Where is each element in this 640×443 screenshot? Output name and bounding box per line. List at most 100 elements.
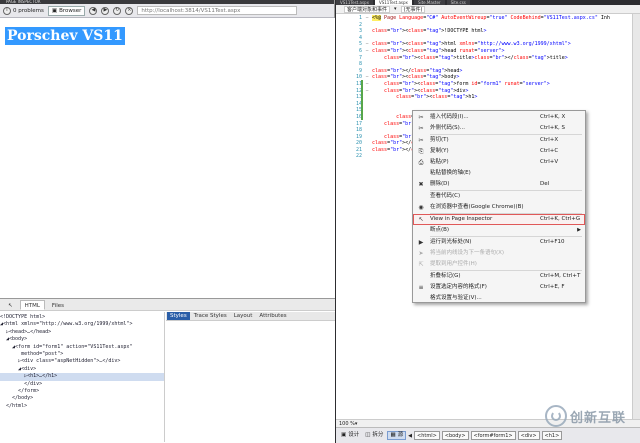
dom-tree-node[interactable]: ▷<head>…</head>	[0, 329, 164, 336]
line-number: 17	[355, 120, 362, 127]
context-menu-item[interactable]: ≡ 设置选定内容的格式(F) Ctrl+E, F	[413, 282, 585, 293]
vertical-scrollbar[interactable]	[632, 14, 640, 419]
code-line[interactable]: class="br"><class="tag">title>class="br"…	[372, 55, 630, 62]
browser-preview: Porschev VS11	[0, 18, 335, 298]
view-bar: ▣ 设计 ◫ 拆分 ▦ 源 ◀ <html> <body> <form#form…	[336, 427, 640, 443]
menu-item-label: 插入代码段(I)...	[430, 114, 469, 120]
fold-marker[interactable]: −	[363, 48, 371, 55]
url-input[interactable]: http://localhost:3814/VS11Test.aspx	[137, 6, 298, 15]
code-line[interactable]	[372, 61, 630, 68]
dom-tree-node[interactable]: ◢<html xmlns="http://www.w3.org/1999/xht…	[0, 321, 164, 328]
doc-tab-4[interactable]: Site.css	[446, 0, 470, 5]
dom-tree-node[interactable]: <!DOCTYPE html>	[0, 314, 164, 321]
breadcrumb-html[interactable]: <html>	[414, 431, 440, 440]
fold-marker[interactable]: −	[363, 15, 371, 22]
extract-icon: ⇱	[418, 261, 424, 268]
code-line[interactable]: class="br"><class="tag">body>	[372, 74, 630, 81]
event-dropdown[interactable]: (无事件)	[400, 5, 426, 13]
context-menu-item[interactable]: 格式设置与验证(V)...	[413, 293, 585, 304]
dropdown-arrow-icon: ▾	[354, 420, 358, 427]
fold-marker[interactable]: −	[363, 74, 371, 81]
code-line[interactable]	[372, 35, 630, 42]
dom-tree-node[interactable]: </form>	[0, 388, 164, 395]
menu-item-label: 粘贴替换的轴(E)	[430, 170, 471, 176]
doc-tab-3[interactable]: Site.Master	[413, 0, 445, 5]
breadcrumb-h1[interactable]: <h1>	[541, 431, 563, 440]
breadcrumb-div[interactable]: <div>	[517, 431, 540, 440]
submenu-arrow-icon: ▶	[577, 227, 581, 233]
context-menu-item[interactable]: ◉ 在浏览器中查看(Google Chrome)(B)	[413, 202, 585, 213]
dom-tree-node[interactable]: ▷<div class="aspNetHidden">…</div>	[0, 358, 164, 365]
doc-tab-1[interactable]: VS11Test.aspx	[336, 0, 373, 5]
tab-attributes[interactable]: Attributes	[256, 312, 289, 320]
line-number: 5	[358, 41, 362, 48]
code-line[interactable]: class="br"><class="tag">h1>	[372, 94, 630, 101]
tab-files[interactable]: Files	[47, 300, 69, 310]
browser-icon: ◉	[418, 204, 424, 211]
dom-tree-node[interactable]: ◢<body>	[0, 336, 164, 343]
set-icon: ➤	[418, 250, 424, 257]
zoom-level[interactable]: 100 %	[339, 421, 355, 427]
tab-styles[interactable]: Styles	[167, 312, 190, 320]
page-inspector-pane: PAGE INSPECTOR i 0 problems ▣ Browser ◀ …	[0, 0, 335, 443]
nav-back-icon[interactable]: ◀	[408, 433, 412, 439]
fold-marker[interactable]: −	[363, 41, 371, 48]
tab-trace-styles[interactable]: Trace Styles	[191, 312, 230, 320]
menu-item-label: View in Page Inspector	[430, 216, 493, 222]
object-dropdown[interactable]: 客户端对象和事件	[344, 5, 391, 13]
dom-tree-node[interactable]: ◢<div>	[0, 366, 164, 373]
doc-tab-2[interactable]: VS11Test.aspx	[374, 0, 412, 5]
breadcrumb-form[interactable]: <form#form1>	[470, 431, 516, 440]
split-view-button[interactable]: ◫ 拆分	[363, 431, 385, 440]
breadcrumb-body[interactable]: <body>	[441, 431, 469, 440]
context-menu-item[interactable]: ⎙ 粘贴(P) Ctrl+V	[413, 157, 585, 168]
context-menu-item[interactable]: ✂ 插入代码段(I)... Ctrl+K, X	[413, 112, 585, 123]
problems-indicator[interactable]: i 0 problems	[3, 6, 44, 15]
dom-tree-node[interactable]: </div>	[0, 381, 164, 388]
info-icon: i	[3, 6, 11, 15]
code-line[interactable]: class="br"><class="tag">div>	[372, 88, 630, 95]
dom-tree-node[interactable]: </body>	[0, 395, 164, 402]
forward-icon[interactable]: ▶	[101, 6, 110, 15]
code-line[interactable]: class="br"><class="tag">html xmlns="http…	[372, 41, 630, 48]
styles-pane: Styles Trace Styles Layout Attributes	[166, 312, 335, 442]
back-icon[interactable]: ◀	[89, 6, 98, 15]
context-menu-item[interactable]: 折叠标记(G) Ctrl+M, Ctrl+T	[413, 271, 585, 282]
browser-toggle-button[interactable]: ▣ Browser	[47, 5, 86, 16]
context-menu-item[interactable]: ▶ 运行到光标处(N) Ctrl+F10	[413, 237, 585, 248]
context-menu-item[interactable]: ⎘ 复制(Y) Ctrl+C	[413, 146, 585, 157]
context-menu-item[interactable]: ✖ 删除(D) Del	[413, 179, 585, 190]
context-menu-item[interactable]: 粘贴替换的轴(E)	[413, 168, 585, 179]
fold-margin[interactable]: − − − − − −	[363, 15, 371, 160]
preview-heading[interactable]: Porschev VS11	[5, 27, 125, 45]
design-view-button[interactable]: ▣ 设计	[339, 431, 361, 440]
context-menu-item[interactable]: ✂ 外侧代码(S)... Ctrl+K, S	[413, 123, 585, 134]
refresh-icon[interactable]: ↻	[113, 6, 122, 15]
fold-marker[interactable]: −	[363, 81, 371, 88]
dom-tool-icon[interactable]: ↖	[3, 300, 18, 310]
dom-tree-node[interactable]: ◢<form id="form1" action="VS11Test.aspx"	[0, 344, 164, 351]
code-line[interactable]	[372, 101, 630, 108]
context-menu-item[interactable]: 断点(B) ▶	[413, 225, 585, 236]
dom-tree[interactable]: <!DOCTYPE html> ◢<html xmlns="http://www.…	[0, 312, 165, 442]
code-line[interactable]: class="br"><class="tag">!DOCTYPE html>	[372, 28, 630, 35]
tab-layout[interactable]: Layout	[231, 312, 256, 320]
dom-tree-node[interactable]: method="post">	[0, 351, 164, 358]
code-line[interactable]: class="br"><class="tag">head runat="serv…	[372, 48, 630, 55]
tab-html[interactable]: HTML	[19, 300, 45, 310]
context-menu-item[interactable]: ✂ 剪切(T) Ctrl+X	[413, 135, 585, 146]
code-line[interactable]: <%@ Page Language="C#" AutoEventWireup="…	[372, 15, 630, 22]
code-line[interactable]: class="br"></class="tag">head>	[372, 68, 630, 75]
dom-panel: ↖ HTML Files <!DOCTYPE html> ◢<html xmlns…	[0, 298, 335, 443]
dom-tree-node[interactable]: ▷<h1>…</h1>	[0, 373, 164, 381]
source-view-button[interactable]: ▦ 源	[387, 431, 407, 440]
fold-marker[interactable]: −	[363, 88, 371, 95]
context-menu-item[interactable]: 查看代码(C)	[413, 191, 585, 202]
context-menu-item[interactable]: ↖ View in Page Inspector Ctrl+K, Ctrl+G	[413, 214, 585, 225]
run-icon: ▶	[418, 239, 424, 246]
code-line[interactable]: class="br"><class="tag">form id="form1" …	[372, 81, 630, 88]
delete-icon: ✖	[418, 181, 424, 188]
code-line[interactable]	[372, 22, 630, 29]
stop-icon[interactable]: ×	[125, 6, 134, 15]
dom-tree-node[interactable]: </html>	[0, 403, 164, 410]
